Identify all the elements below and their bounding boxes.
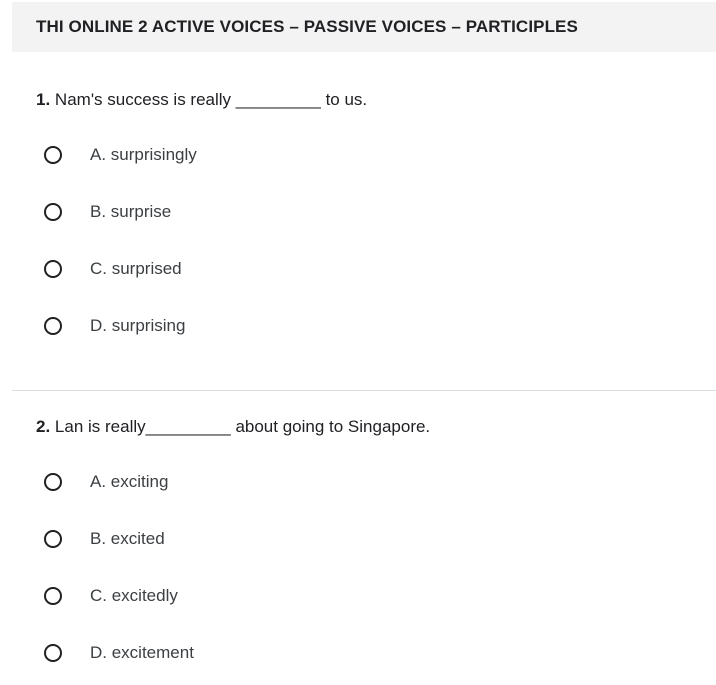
q1-option-b[interactable]: B. surprise [44,199,171,225]
option-label: D. surprising [90,316,186,335]
page-title: THI ONLINE 2 ACTIVE VOICES – PASSIVE VOI… [36,17,578,36]
question-2: 2. Lan is really_________ about going to… [36,417,430,437]
q1-option-d[interactable]: D. surprising [44,313,185,339]
option-label: D. excitement [90,643,194,662]
option-label: A. exciting [90,472,169,491]
option-label: C. excitedly [90,586,178,605]
radio-unchecked-icon[interactable] [44,473,62,491]
q2-option-d[interactable]: D. excitement [44,640,194,666]
question-number: 1. [36,90,51,109]
question-number: 2. [36,417,51,436]
option-label: B. surprise [90,202,172,221]
option-label: A. surprisingly [90,145,197,164]
q1-option-a[interactable]: A. surprisingly [44,142,197,168]
question-text: Lan is really_________ about going to Si… [54,417,431,436]
question-1: 1. Nam's success is really _________ to … [36,90,367,110]
q2-option-c[interactable]: C. excitedly [44,583,178,609]
radio-unchecked-icon[interactable] [44,146,62,164]
question-divider [12,390,716,391]
q2-option-a[interactable]: A. exciting [44,469,168,495]
radio-unchecked-icon[interactable] [44,260,62,278]
radio-unchecked-icon[interactable] [44,530,62,548]
option-label: C. surprised [90,259,182,278]
quiz-header: THI ONLINE 2 ACTIVE VOICES – PASSIVE VOI… [12,2,716,52]
radio-unchecked-icon[interactable] [44,317,62,335]
radio-unchecked-icon[interactable] [44,587,62,605]
radio-unchecked-icon[interactable] [44,203,62,221]
q1-option-c[interactable]: C. surprised [44,256,182,282]
question-text: Nam's success is really _________ to us. [54,90,368,109]
option-label: B. excited [90,529,165,548]
q2-option-b[interactable]: B. excited [44,526,165,552]
radio-unchecked-icon[interactable] [44,644,62,662]
